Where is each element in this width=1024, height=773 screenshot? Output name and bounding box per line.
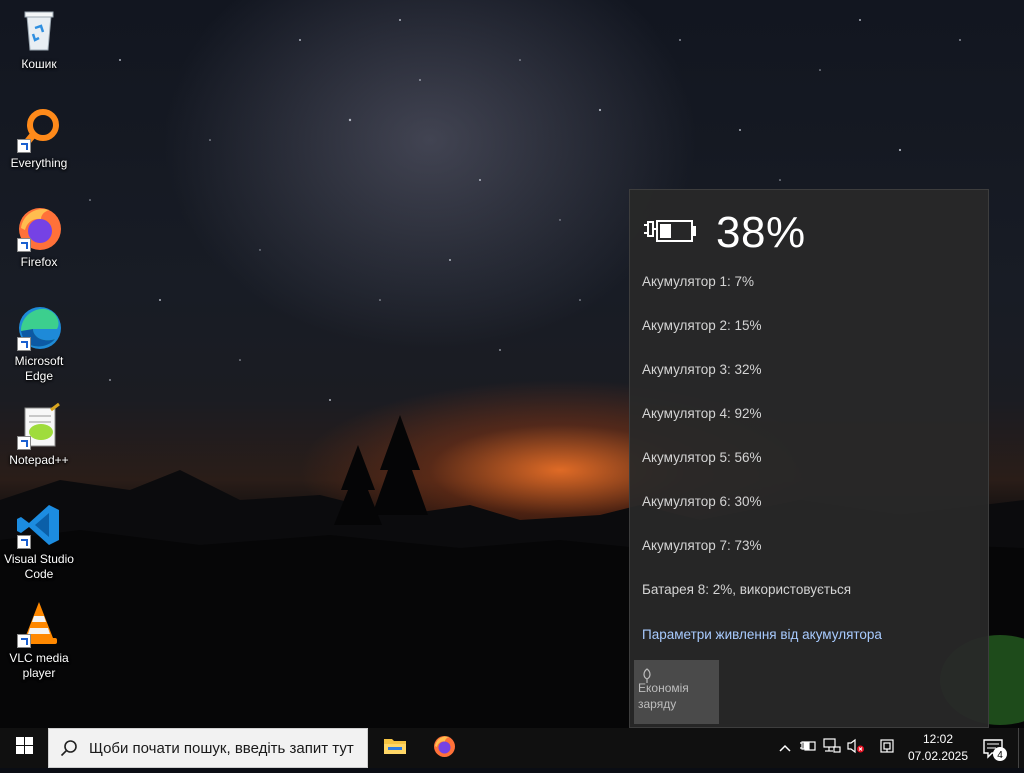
desktop-icon-firefox[interactable]: Firefox <box>1 204 77 270</box>
taskbar-file-explorer[interactable] <box>371 728 419 768</box>
taskbar-clock[interactable]: 12:02 07.02.2025 <box>903 731 973 765</box>
tray-volume-button[interactable] <box>846 738 866 758</box>
battery-charging-icon <box>642 216 698 251</box>
desktop-icon-label: VLC media player <box>9 651 69 680</box>
battery-row-5: Акумулятор 5: 56% <box>642 450 762 465</box>
recycle-bin-icon <box>15 6 63 54</box>
shortcut-arrow-icon <box>17 634 31 648</box>
taskbar-search-box[interactable]: Щоби почати пошук, введіть запит тут <box>48 728 368 768</box>
battery-row-6: Акумулятор 6: 30% <box>642 494 762 509</box>
desktop-icon-label: Кошик <box>21 57 57 71</box>
desktop-icon-label: Firefox <box>20 255 58 269</box>
notification-icon: 4 <box>983 739 1007 761</box>
battery-row-2: Акумулятор 2: 15% <box>642 318 762 333</box>
everything-search-icon <box>15 105 63 153</box>
desktop-icon-label: Notepad++ <box>9 453 69 467</box>
desktop-icon-everything[interactable]: Everything <box>1 105 77 171</box>
shortcut-arrow-icon <box>17 337 31 351</box>
battery-row-3: Акумулятор 3: 32% <box>642 362 762 377</box>
chevron-up-icon <box>779 739 791 757</box>
battery-settings-link[interactable]: Параметри живлення від акумулятора <box>642 627 882 642</box>
notepad-plus-plus-icon <box>15 402 63 450</box>
battery-icon <box>799 739 817 757</box>
edge-icon <box>15 303 63 351</box>
keyboard-layout-icon <box>879 738 895 759</box>
battery-fill <box>660 223 671 238</box>
desktop-icon-edge[interactable]: Microsoft Edge <box>1 303 77 384</box>
battery-header: 38% <box>642 208 806 258</box>
windows-logo-icon <box>15 737 33 759</box>
vscode-icon <box>15 501 63 549</box>
desktop-icon-vlc[interactable]: VLC media player <box>1 600 77 681</box>
taskbar: Щоби почати пошук, введіть запит тут 12:… <box>0 728 1024 768</box>
firefox-icon <box>15 204 63 252</box>
desktop-icon-vscode[interactable]: Visual Studio Code <box>1 501 77 582</box>
desktop-icon-label: Microsoft Edge <box>1 354 77 384</box>
desktop-icon-notepad-plus-plus[interactable]: Notepad++ <box>1 402 77 468</box>
firefox-icon <box>432 734 456 763</box>
battery-saver-button[interactable]: Економія заряду <box>634 660 719 724</box>
battery-percent: 38% <box>716 208 806 257</box>
shortcut-arrow-icon <box>17 436 31 450</box>
tray-network-button[interactable] <box>822 737 842 759</box>
taskbar-firefox[interactable] <box>420 728 468 768</box>
show-hidden-icons-button[interactable] <box>775 738 795 758</box>
clock-date: 07.02.2025 <box>907 749 969 763</box>
desktop-icon-recycle-bin[interactable]: Кошик <box>1 6 77 72</box>
battery-saver-icon <box>642 668 652 688</box>
file-explorer-icon <box>383 736 407 761</box>
battery-row-4: Акумулятор 4: 92% <box>642 406 762 421</box>
vlc-icon <box>15 600 63 648</box>
search-icon <box>49 739 89 757</box>
start-button[interactable] <box>0 728 48 768</box>
clock-time: 12:02 <box>922 732 954 746</box>
battery-row-7: Акумулятор 7: 73% <box>642 538 762 553</box>
notification-count: 4 <box>997 750 1003 761</box>
desktop-icon-label-text: Microsoft Edge <box>14 354 64 383</box>
network-icon <box>823 737 841 759</box>
tray-battery-button[interactable] <box>798 738 818 758</box>
tray-input-method-button[interactable] <box>877 738 897 758</box>
shortcut-arrow-icon <box>17 139 31 153</box>
desktop-icon-label: Visual Studio Code <box>4 552 74 581</box>
action-center-button[interactable]: 4 <box>978 728 1012 768</box>
volume-muted-icon <box>847 738 865 759</box>
show-desktop-button[interactable] <box>1018 728 1024 768</box>
shortcut-arrow-icon <box>17 535 31 549</box>
battery-row-8: Батарея 8: 2%, використовується <box>642 582 852 597</box>
desktop-icon-label: Everything <box>10 156 68 170</box>
search-placeholder: Щоби почати пошук, введіть запит тут <box>89 739 354 757</box>
battery-row-1: Акумулятор 1: 7% <box>642 274 755 289</box>
battery-flyout: 38% Акумулятор 1: 7% Акумулятор 2: 15% А… <box>629 189 989 728</box>
shortcut-arrow-icon <box>17 238 31 252</box>
